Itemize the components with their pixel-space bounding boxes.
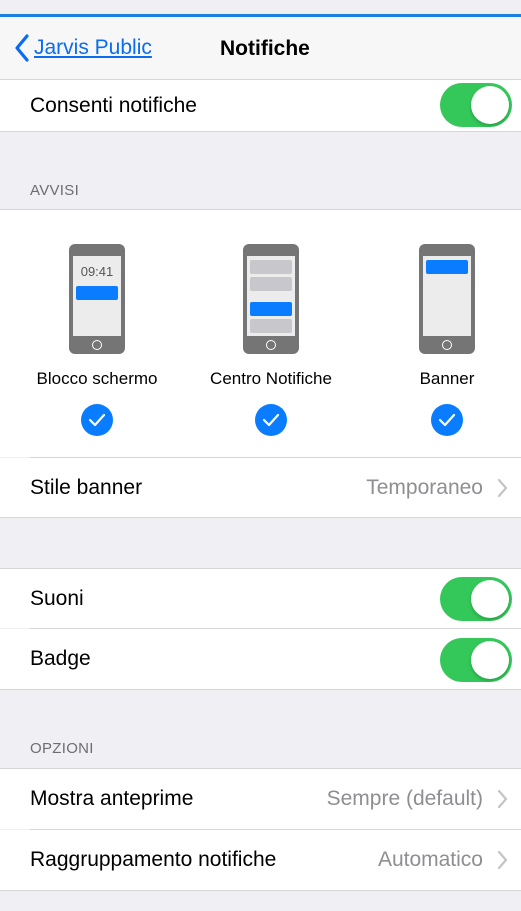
section-header-options: OPZIONI [30,740,94,757]
allow-notifications-toggle[interactable] [440,83,512,127]
show-previews-label: Mostra anteprime [30,787,194,810]
allow-notifications-row: Consenti notifiche [0,80,521,131]
alert-option-notification-center[interactable]: Centro Notifiche [191,244,351,436]
notification-grouping-row[interactable]: Raggruppamento notifiche Automatico [0,830,521,890]
page-title: Notifiche [220,37,310,60]
checkmark-icon[interactable] [255,404,287,436]
divider [0,890,521,891]
home-button-icon [92,340,102,350]
toggle-knob [471,580,509,618]
alerts-panel: 09:41 Blocco schermo Centro Notifiche Ba… [0,210,521,457]
banner-style-row[interactable]: Stile banner Temporaneo [0,458,521,517]
notification-grouping-value: Automatico [377,848,483,871]
chevron-right-icon [497,850,508,870]
phone-banner-illustration [419,244,475,354]
notification-bar [426,260,468,274]
notification-bar [250,277,292,291]
phone-lock-screen-illustration: 09:41 [69,244,125,354]
badge-row: Badge [0,629,521,689]
home-button-icon [442,340,452,350]
show-previews-row[interactable]: Mostra anteprime Sempre (default) [0,769,521,829]
back-button[interactable]: Jarvis Public [14,34,152,62]
sounds-toggle[interactable] [440,577,512,621]
chevron-right-icon [497,478,508,497]
alert-option-label: Banner [419,369,475,388]
chevron-right-icon [497,789,508,809]
lock-screen-time: 09:41 [80,264,114,279]
allow-notifications-label: Consenti notifiche [30,93,197,117]
notification-bar [250,319,292,333]
phone-notification-center-illustration [243,244,299,354]
badge-toggle[interactable] [440,638,512,682]
banner-style-value: Temporaneo [366,475,483,499]
notification-bar [76,286,118,300]
divider [0,131,521,132]
back-button-label[interactable]: Jarvis Public [34,36,152,60]
badge-label: Badge [30,647,91,670]
toggle-knob [471,86,509,124]
notification-bar [250,260,292,274]
sounds-row: Suoni [0,569,521,628]
home-button-icon [266,340,276,350]
divider [0,517,521,518]
checkmark-icon[interactable] [431,404,463,436]
sounds-label: Suoni [30,586,84,610]
navigation-bar: Jarvis Public Notifiche [0,17,521,80]
chevron-left-icon [15,34,29,62]
alert-option-banner[interactable]: Banner [367,244,521,436]
divider [0,689,521,690]
section-header-alerts: AVVISI [30,182,80,199]
toggle-knob [471,641,509,679]
notification-grouping-label: Raggruppamento notifiche [30,848,277,871]
alert-option-lock-screen[interactable]: 09:41 Blocco schermo [17,244,177,436]
notification-bar [250,302,292,316]
banner-style-label: Stile banner [30,475,143,499]
show-previews-value: Sempre (default) [326,787,483,810]
alert-option-label: Blocco schermo [36,369,158,388]
alert-option-label: Centro Notifiche [210,369,332,388]
checkmark-icon[interactable] [81,404,113,436]
